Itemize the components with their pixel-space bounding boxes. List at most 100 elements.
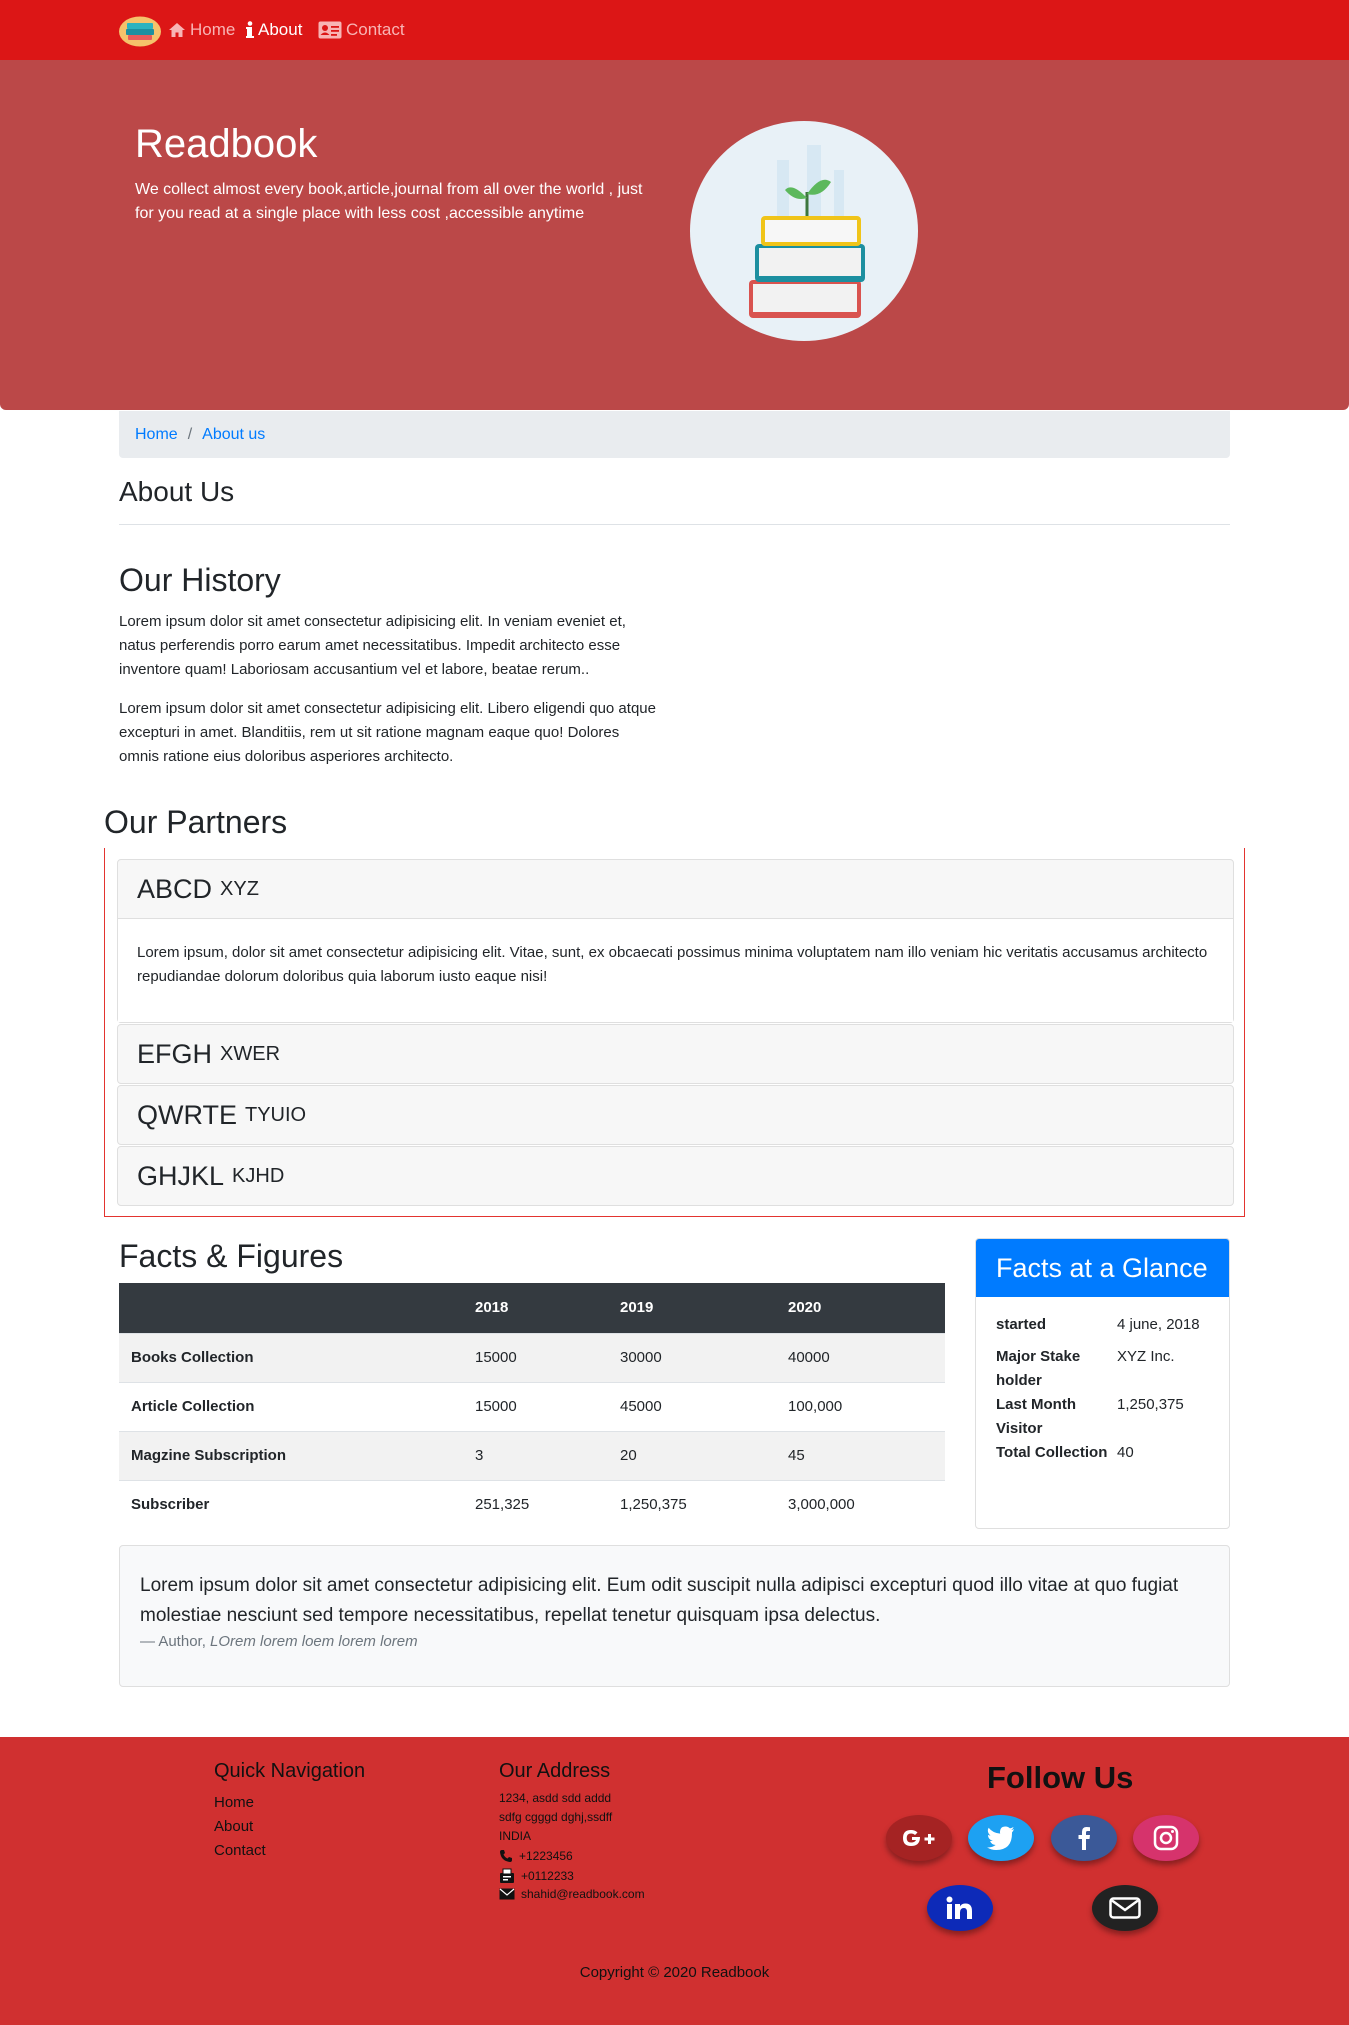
- twitter-button[interactable]: [968, 1815, 1034, 1861]
- table-row: Subscriber 251,325 1,250,375 3,000,000: [119, 1479, 945, 1529]
- mail-button[interactable]: [1092, 1885, 1158, 1931]
- glance-item: Major Stake holder XYZ Inc.: [996, 1345, 1209, 1393]
- address-line: sdfg cgggd dghj,ssdff: [499, 1810, 613, 1824]
- glance-key: Total Collection: [996, 1444, 1108, 1461]
- table-cell: 1,250,375: [608, 1479, 776, 1529]
- google-plus-icon: [903, 1830, 935, 1846]
- nav-about-link[interactable]: About: [246, 20, 302, 40]
- table-cell: 3: [463, 1430, 608, 1480]
- linkedin-icon: [946, 1896, 972, 1919]
- column-header: 2019: [608, 1283, 776, 1333]
- facebook-button[interactable]: [1051, 1815, 1117, 1861]
- row-label: Subscriber: [119, 1479, 463, 1529]
- partner-card-efgh: EFGH xwer: [117, 1024, 1234, 1084]
- navbar: Home About Contact: [0, 0, 1349, 60]
- quote-source: LOrem lorem loem lorem lorem: [210, 1633, 418, 1650]
- partner-header-efgh[interactable]: EFGH xwer: [118, 1025, 1233, 1083]
- breadcrumb: Home / About us: [119, 411, 1230, 458]
- glance-value: 4 june, 2018: [1117, 1316, 1200, 1333]
- hero-banner: [0, 60, 1349, 410]
- partner-header-abcd[interactable]: ABCD xyz: [118, 860, 1233, 918]
- nav-home-label: Home: [190, 20, 236, 39]
- facts-heading: Facts & Figures: [119, 1238, 344, 1274]
- fax-number: +0112233: [521, 1869, 574, 1883]
- quick-nav-heading: Quick Navigation: [214, 1760, 366, 1782]
- fax-icon: [500, 1868, 514, 1883]
- table-row: Books Collection 15000 30000 40000: [119, 1332, 945, 1382]
- phone-icon: [500, 1850, 512, 1862]
- column-header: [119, 1283, 463, 1333]
- glance-value: XYZ Inc.: [1117, 1348, 1175, 1365]
- glance-key: Major Stake holder: [996, 1348, 1081, 1389]
- partner-name: ABCD: [137, 873, 213, 904]
- partner-subtitle: tyuio: [245, 1103, 307, 1126]
- glance-body: started 4 june, 2018 Major Stake holder …: [976, 1297, 1229, 1481]
- table-header-row: 2018 2019 2020: [119, 1283, 945, 1333]
- history-paragraph-2: Lorem ipsum dolor sit amet consectetur a…: [119, 700, 656, 765]
- column-header: 2020: [776, 1283, 945, 1333]
- nav-contact-label: Contact: [346, 20, 405, 39]
- info-icon: [246, 21, 254, 38]
- facts-at-glance-card: Facts at a Glance started 4 june, 2018 M…: [975, 1238, 1230, 1529]
- hero-description: We collect almost every book,article,jou…: [135, 181, 643, 222]
- column-header: 2018: [463, 1283, 608, 1333]
- table-cell: 40000: [776, 1332, 945, 1382]
- email-row: shahid@readbook.com: [499, 1887, 645, 1901]
- instagram-icon: [1153, 1825, 1179, 1851]
- glance-value: 1,250,375: [1117, 1396, 1184, 1413]
- email-address[interactable]: shahid@readbook.com: [521, 1887, 645, 1901]
- footer-contact-link[interactable]: Contact: [214, 1842, 266, 1859]
- table-row: Magzine Subscription 3 20 45: [119, 1430, 945, 1480]
- breadcrumb-separator: /: [187, 425, 193, 443]
- table-cell: 251,325: [463, 1479, 608, 1529]
- nav-about-label: About: [258, 20, 303, 39]
- table-cell: 30000: [608, 1332, 776, 1382]
- glance-item: started 4 june, 2018: [996, 1313, 1209, 1337]
- address-line: INDIA: [499, 1829, 532, 1843]
- partners-heading: Our Partners: [104, 804, 288, 840]
- glance-item: Total Collection 40: [996, 1441, 1209, 1465]
- partner-header-ghjkl[interactable]: GHJKL kjhd: [118, 1147, 1233, 1205]
- breadcrumb-current-link[interactable]: About us: [202, 426, 265, 444]
- page-title: About Us: [119, 476, 235, 507]
- table-row: Article Collection 15000 45000 100,000: [119, 1381, 945, 1431]
- history-paragraph-1: Lorem ipsum dolor sit amet consectetur a…: [119, 613, 626, 678]
- books-plant-illustration: [690, 121, 918, 341]
- partner-body-abcd: Lorem ipsum, dolor sit amet consectetur …: [118, 918, 1233, 1022]
- hero-title: Readbook: [135, 122, 318, 166]
- quote-footer: — Author, LOrem lorem loem lorem lorem: [140, 1633, 1209, 1650]
- footer-about-link[interactable]: About: [214, 1818, 253, 1835]
- partner-header-qwrte[interactable]: QWRTE tyuio: [118, 1086, 1233, 1144]
- address-heading: Our Address: [499, 1760, 611, 1782]
- footer: [0, 1737, 1349, 2025]
- table-cell: 100,000: [776, 1381, 945, 1431]
- breadcrumb-home-link[interactable]: Home: [135, 426, 178, 444]
- partner-subtitle: kjhd: [232, 1164, 285, 1187]
- row-label: Magzine Subscription: [119, 1430, 463, 1480]
- nav-home-link[interactable]: Home: [168, 20, 235, 40]
- follow-us-heading: Follow Us: [987, 1760, 1134, 1795]
- table-cell: 45000: [608, 1381, 776, 1431]
- home-icon: [169, 23, 185, 37]
- partner-card-abcd: ABCD xyz Lorem ipsum, dolor sit amet con…: [117, 859, 1234, 1023]
- nav-contact-link[interactable]: Contact: [318, 20, 405, 40]
- envelope-icon: [499, 1888, 515, 1900]
- instagram-button[interactable]: [1133, 1815, 1199, 1861]
- contact-card-icon: [318, 21, 342, 39]
- glance-key: Last Month Visitor: [996, 1396, 1076, 1437]
- books-icon[interactable]: [119, 16, 161, 47]
- table-cell: 20: [608, 1430, 776, 1480]
- partner-subtitle: xyz: [220, 877, 259, 900]
- glance-title: Facts at a Glance: [976, 1239, 1229, 1297]
- linkedin-button[interactable]: [927, 1885, 993, 1931]
- phone-number: +1223456: [519, 1849, 573, 1863]
- divider: [119, 524, 1230, 525]
- address-line: 1234, asdd sdd addd: [499, 1791, 612, 1805]
- google-plus-button[interactable]: [886, 1815, 952, 1861]
- footer-home-link[interactable]: Home: [214, 1794, 254, 1811]
- partner-name: EFGH: [137, 1038, 213, 1069]
- table-cell: 15000: [463, 1381, 608, 1431]
- blockquote: Lorem ipsum dolor sit amet consectetur a…: [119, 1545, 1230, 1687]
- history-heading: Our History: [119, 562, 281, 598]
- twitter-icon: [987, 1826, 1014, 1850]
